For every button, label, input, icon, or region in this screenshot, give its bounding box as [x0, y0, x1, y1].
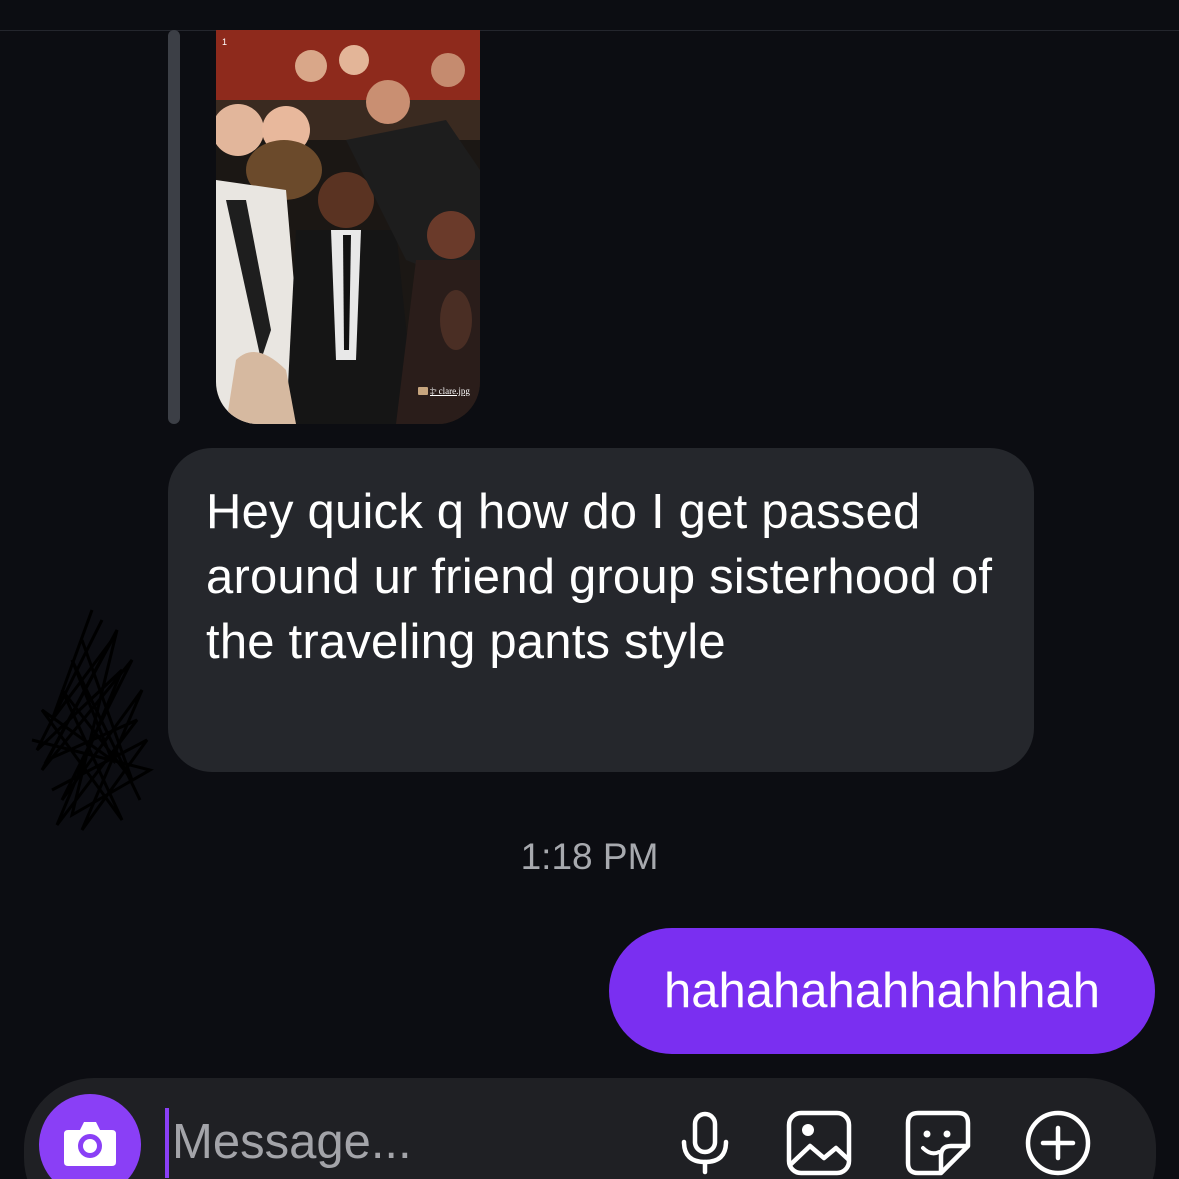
censored-avatar[interactable] — [22, 600, 158, 840]
sent-message-bubble[interactable]: hahahahahhahhhah — [609, 928, 1155, 1054]
plus-icon — [1025, 1110, 1091, 1176]
text-cursor — [165, 1108, 169, 1178]
story-reply-indicator — [168, 30, 180, 424]
sticker-button[interactable] — [903, 1108, 973, 1178]
received-message-bubble[interactable]: Hey quick q how do I get passed around u… — [168, 448, 1034, 772]
chat-screen: 1 ‡ˢ clare.jpg Hey quick q how do I get … — [0, 0, 1179, 1179]
gallery-button[interactable] — [784, 1108, 854, 1178]
story-badge: 1 — [222, 37, 228, 47]
message-input[interactable]: Message... — [172, 1114, 412, 1170]
message-timestamp: 1:18 PM — [520, 836, 659, 877]
story-photo — [216, 30, 480, 424]
camera-icon — [64, 1122, 116, 1166]
sent-message-text: hahahahahhahhhah — [663, 964, 1101, 1018]
story-caption-icon — [418, 387, 428, 395]
gallery-icon — [786, 1110, 852, 1176]
microphone-button[interactable] — [670, 1108, 740, 1178]
microphone-icon — [681, 1111, 729, 1175]
received-message-text: Hey quick q how do I get passed around u… — [206, 485, 993, 669]
story-reply-thumbnail[interactable] — [216, 30, 480, 424]
more-options-button[interactable] — [1023, 1108, 1093, 1178]
story-caption: ‡ˢ clare.jpg — [430, 386, 470, 396]
sticker-icon — [905, 1110, 971, 1176]
